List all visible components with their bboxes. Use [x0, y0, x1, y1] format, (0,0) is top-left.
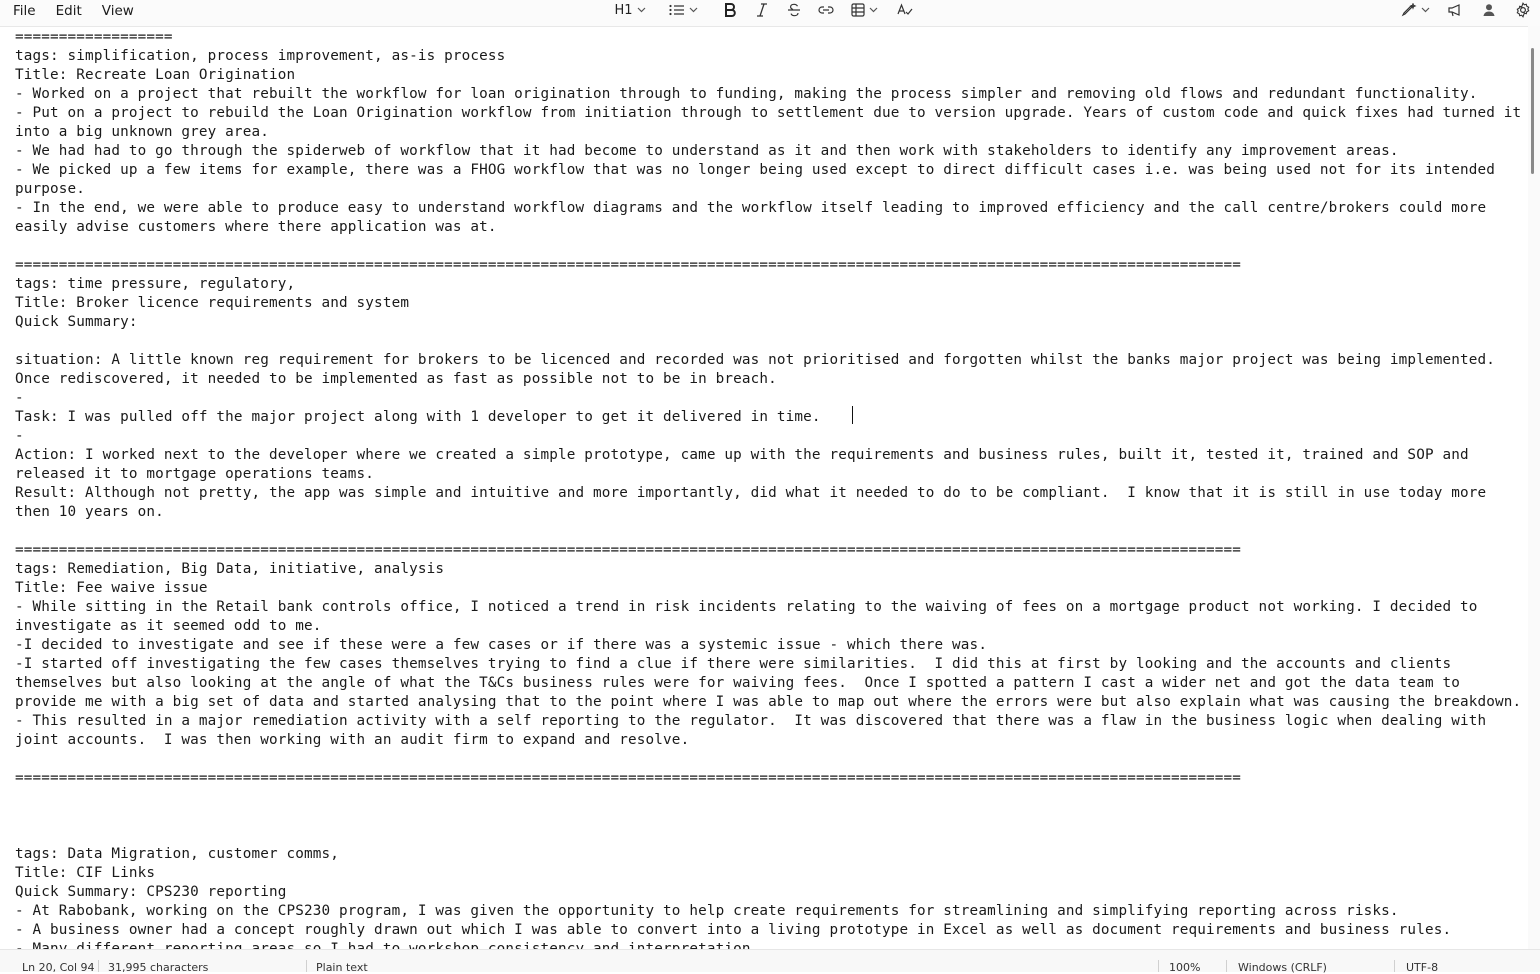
bold-button[interactable]: [714, 0, 746, 20]
menu-bar: File Edit View: [0, 0, 144, 26]
cursor-position: Ln 20, Col 94: [22, 961, 95, 974]
link-button[interactable]: [810, 0, 842, 20]
clear-formatting-button[interactable]: [888, 0, 922, 20]
account-icon: [1483, 4, 1495, 16]
menu-view[interactable]: View: [92, 0, 144, 26]
status-divider: [1226, 960, 1227, 972]
strikethrough-button[interactable]: [778, 0, 810, 20]
table-icon: [850, 3, 865, 17]
account-button[interactable]: [1472, 0, 1506, 20]
copilot-dropdown[interactable]: [1394, 0, 1436, 20]
document-text[interactable]: ================== tags: simplification,…: [0, 26, 1523, 949]
chevron-down-icon: [689, 7, 697, 13]
status-divider: [1158, 960, 1159, 972]
menu-file[interactable]: File: [3, 0, 46, 26]
settings-icon: [1516, 2, 1530, 18]
menu-edit[interactable]: Edit: [46, 0, 92, 26]
vertical-scrollbar[interactable]: [1528, 26, 1540, 949]
heading-dropdown[interactable]: H1: [606, 0, 654, 20]
list-dropdown[interactable]: [660, 0, 706, 20]
encoding[interactable]: UTF-8: [1406, 961, 1438, 974]
status-divider: [1394, 960, 1395, 972]
text-caret: [852, 406, 853, 424]
strikethrough-icon: [788, 3, 800, 17]
status-bar: Ln 20, Col 94 31,995 characters Plain te…: [0, 949, 1540, 974]
character-count: 31,995 characters: [108, 961, 209, 974]
chevron-down-icon: [1421, 7, 1429, 13]
chevron-down-icon: [869, 7, 877, 13]
right-toolbar: [1394, 0, 1540, 20]
line-ending[interactable]: Windows (CRLF): [1238, 961, 1327, 974]
link-icon: [818, 6, 834, 14]
megaphone-icon: [1448, 4, 1460, 17]
bold-icon: [725, 3, 736, 17]
list-icon: [668, 4, 684, 16]
toolbar: File Edit View H1: [0, 0, 1540, 27]
italic-icon: [757, 3, 767, 17]
chevron-down-icon: [637, 7, 645, 13]
table-dropdown[interactable]: [844, 0, 884, 20]
format-toolbar: H1: [606, 0, 922, 20]
status-divider: [306, 960, 307, 972]
settings-button[interactable]: [1506, 0, 1540, 20]
clear-formatting-icon: [897, 3, 913, 15]
feedback-button[interactable]: [1438, 0, 1472, 20]
copilot-pen-icon: [1401, 3, 1417, 17]
scrollbar-thumb[interactable]: [1531, 48, 1534, 174]
file-format[interactable]: Plain text: [316, 961, 368, 974]
zoom-level[interactable]: 100%: [1169, 961, 1200, 974]
heading-label: H1: [614, 2, 633, 18]
text-editor[interactable]: ================== tags: simplification,…: [0, 26, 1528, 949]
status-divider: [98, 960, 99, 972]
italic-button[interactable]: [746, 0, 778, 20]
